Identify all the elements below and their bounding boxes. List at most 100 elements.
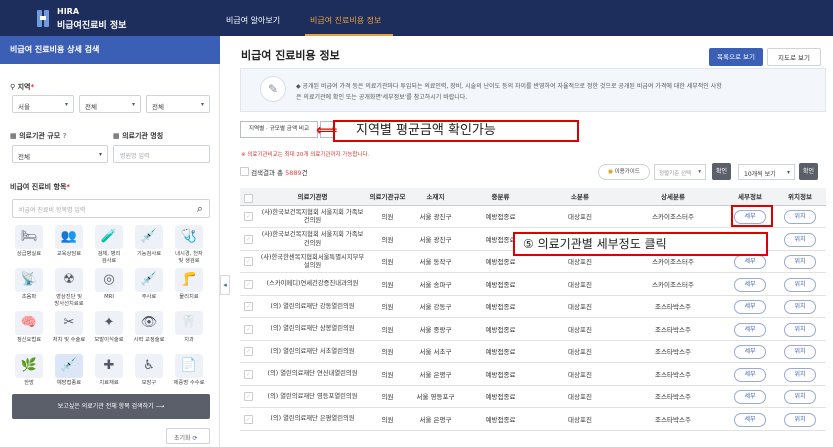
row-checkbox[interactable]: ✓ [244, 302, 253, 311]
help-icon[interactable]: ? [63, 132, 67, 140]
category-mri[interactable]: ◎ MRI [90, 266, 128, 310]
cell-mid: 예방접종료 [485, 393, 516, 401]
institution-size-select[interactable]: 전체 ▾ [12, 145, 108, 163]
category-physical-therapy[interactable]: 🦵 물리치료 [170, 266, 208, 310]
location-button[interactable]: 위치 [784, 210, 816, 224]
row-checkbox[interactable]: ✓ [244, 347, 253, 356]
ultrasound-icon: 📡 [15, 268, 43, 292]
detail-button[interactable]: 세부 [734, 255, 766, 269]
category-consultation[interactable]: 👥 교육상담료 [50, 223, 88, 267]
region-select-city[interactable]: 서울 ▾ [12, 95, 74, 113]
cell-detail: 조스타박스주 [655, 325, 691, 334]
mental-therapy-icon: 🧠 [15, 311, 43, 335]
collapse-sidebar-button[interactable]: ◂ [220, 275, 230, 295]
category-label: 내시경, 천자 및 생검료 [175, 251, 203, 264]
table-row: ✓ (스카이메디)연세건강증진내과의원 의원 서울 송파구 예방접종료 대상포진 스카이조스… [240, 274, 826, 296]
cell-detail: 스카이조스터주 [652, 280, 694, 289]
category-label: 물리치료 [179, 294, 199, 300]
location-button[interactable]: 위치 [784, 367, 816, 382]
category-injection[interactable]: 💉 주사료 [130, 266, 168, 310]
category-wheelchair[interactable]: ♿ 보장구 [130, 352, 168, 396]
category-dental[interactable]: 🦷 치과 [170, 309, 208, 353]
region-select-district[interactable]: 전체 ▾ [79, 95, 141, 113]
sort-confirm-button[interactable]: 확인 [712, 163, 731, 180]
detail-button[interactable]: 세부 [734, 367, 766, 382]
location-button[interactable]: 위치 [784, 277, 816, 292]
page-size-confirm-button[interactable]: 확인 [799, 163, 818, 180]
user-guide-button[interactable]: ● 이용가이드 [598, 164, 650, 180]
category-function-test[interactable]: 💉 기능검사료 [130, 223, 168, 267]
category-mental-therapy[interactable]: 🧠 정신요법료 [10, 309, 48, 353]
detail-button[interactable]: 세부 [734, 300, 766, 314]
row-checkbox[interactable]: ✓ [244, 212, 253, 221]
row-checkbox[interactable]: ✓ [244, 234, 253, 244]
category-hospital-bed[interactable]: 🛏 상급병실료 [10, 223, 48, 267]
brand-name[interactable]: HIRA [57, 7, 79, 16]
cell-detail: 조스타박스주 [655, 370, 691, 379]
cell-loc: 서울 동작구 [419, 258, 452, 266]
vision-correction-icon: 👁 [135, 311, 163, 335]
chevron-down-icon: ▾ [200, 101, 204, 108]
category-radiology[interactable]: ☢ 영상진단 및 방사선치료료 [50, 266, 88, 310]
header-checkbox[interactable] [240, 188, 260, 206]
sort-select[interactable]: 정렬기준 선택 ▾ [654, 164, 706, 180]
cost-item-search-input[interactable]: 비급여 진료비 항목명 입력 ⌕ [12, 199, 210, 218]
detail-button[interactable]: 세부 [734, 412, 766, 427]
col-detail-info: 세부정보 [726, 188, 774, 206]
row-checkbox[interactable]: ✓ [244, 392, 253, 401]
nav-about-noncovered[interactable]: 비급여 알아보기 [226, 15, 280, 26]
category-hair-transplant[interactable]: ✦ 모발이식술료 [90, 309, 128, 353]
detail-button[interactable]: 세부 [734, 345, 766, 359]
brand-subtitle[interactable]: 비급여진료비 정보 [57, 18, 126, 31]
location-button[interactable]: 위치 [784, 300, 816, 314]
category-endoscope[interactable]: 🩺 내시경, 천자 및 생검료 [170, 223, 208, 267]
detail-button[interactable]: 세부 [734, 277, 766, 292]
category-oriental-medicine[interactable]: 🌿 한방 [10, 352, 48, 396]
detail-button[interactable]: 세부 [734, 322, 766, 337]
row-checkbox[interactable]: ✓ [244, 257, 253, 266]
search-all-items-button[interactable]: 보고싶은 의료기관 전체 항목 검색하기 ⟶ [12, 394, 210, 419]
location-button[interactable]: 위치 [784, 232, 816, 247]
location-button[interactable]: 위치 [784, 255, 816, 269]
search-icon[interactable]: ⌕ [197, 202, 203, 216]
category-vision-correction[interactable]: 👁 시력 교정술료 [130, 309, 168, 353]
category-label: 초음파 [21, 294, 37, 300]
cell-mid: 예방접종료 [485, 415, 516, 424]
nav-cost-info[interactable]: 비급여 진료비용 정보 [310, 15, 381, 26]
institution-name-input[interactable]: 병원명 입력 [113, 145, 210, 163]
tab-region-size-compare[interactable]: 지역별 · 규모별 금액 비교 [240, 121, 318, 138]
chevron-down-icon: ▾ [698, 169, 701, 175]
list-view-button[interactable]: 목록으로 보기 [709, 48, 763, 66]
location-button[interactable]: 위치 [784, 345, 816, 359]
checkbox[interactable] [244, 194, 253, 203]
col-institution-name: 의료기관명 [260, 188, 365, 206]
category-surgery[interactable]: ✂ 처치 및 수술료 [50, 309, 88, 353]
cell-size: 의원 [381, 235, 394, 244]
cell-size: 의원 [381, 325, 394, 334]
row-checkbox[interactable]: ✓ [244, 414, 253, 424]
region-select-dong[interactable]: 전체 ▾ [146, 95, 210, 113]
category-certificate[interactable]: 📄 제증명 수수료 [170, 352, 208, 396]
refresh-icon: ⟳ [192, 435, 198, 442]
annotation-detail-highlight [731, 205, 773, 227]
page-size-select[interactable]: 10개씩 보기 ▾ [738, 164, 795, 180]
location-button[interactable]: 위치 [784, 390, 816, 404]
location-button[interactable]: 위치 [784, 412, 816, 427]
category-lab-test[interactable]: 🧪 검체, 병리 검사료 [90, 223, 128, 267]
table-row: ✓ (의) 열린의료재단 은평열린의원 의원 서울 은평구 예방접종료 대상포진 조스타박스… [240, 409, 826, 431]
page-title: 비급여 진료비용 정보 [241, 49, 340, 62]
category-label: 상급병실료 [16, 251, 42, 257]
category-treatment-material[interactable]: ✚ 치료재료 [90, 352, 128, 396]
map-view-button[interactable]: 지도로 보기 [767, 48, 821, 66]
detail-button[interactable]: 세부 [734, 390, 766, 404]
category-label: 시력 교정술료 [133, 337, 165, 343]
reset-button[interactable]: 초기화 ⟳ [166, 428, 210, 444]
row-checkbox[interactable]: ✓ [244, 324, 253, 334]
row-checkbox[interactable]: ✓ [244, 279, 253, 289]
select-all-checkbox[interactable] [240, 167, 249, 176]
category-vaccination[interactable]: 💉 예방접종료 [50, 352, 88, 396]
location-button[interactable]: 위치 [784, 322, 816, 337]
cell-loc: 서울 광진구 [419, 235, 452, 244]
row-checkbox[interactable]: ✓ [244, 369, 253, 379]
category-ultrasound[interactable]: 📡 초음파 [10, 266, 48, 310]
